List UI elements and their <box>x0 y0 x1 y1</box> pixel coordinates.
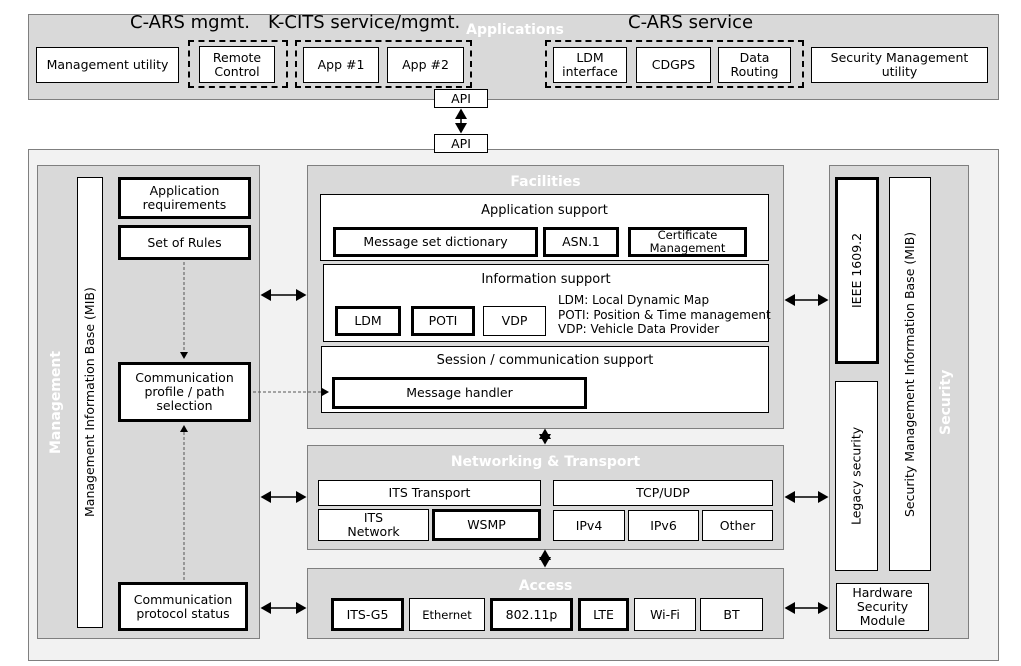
architecture-diagram: Applications C-ARS mgmt. K-CITS service/… <box>0 0 1021 666</box>
connectors <box>180 108 829 614</box>
